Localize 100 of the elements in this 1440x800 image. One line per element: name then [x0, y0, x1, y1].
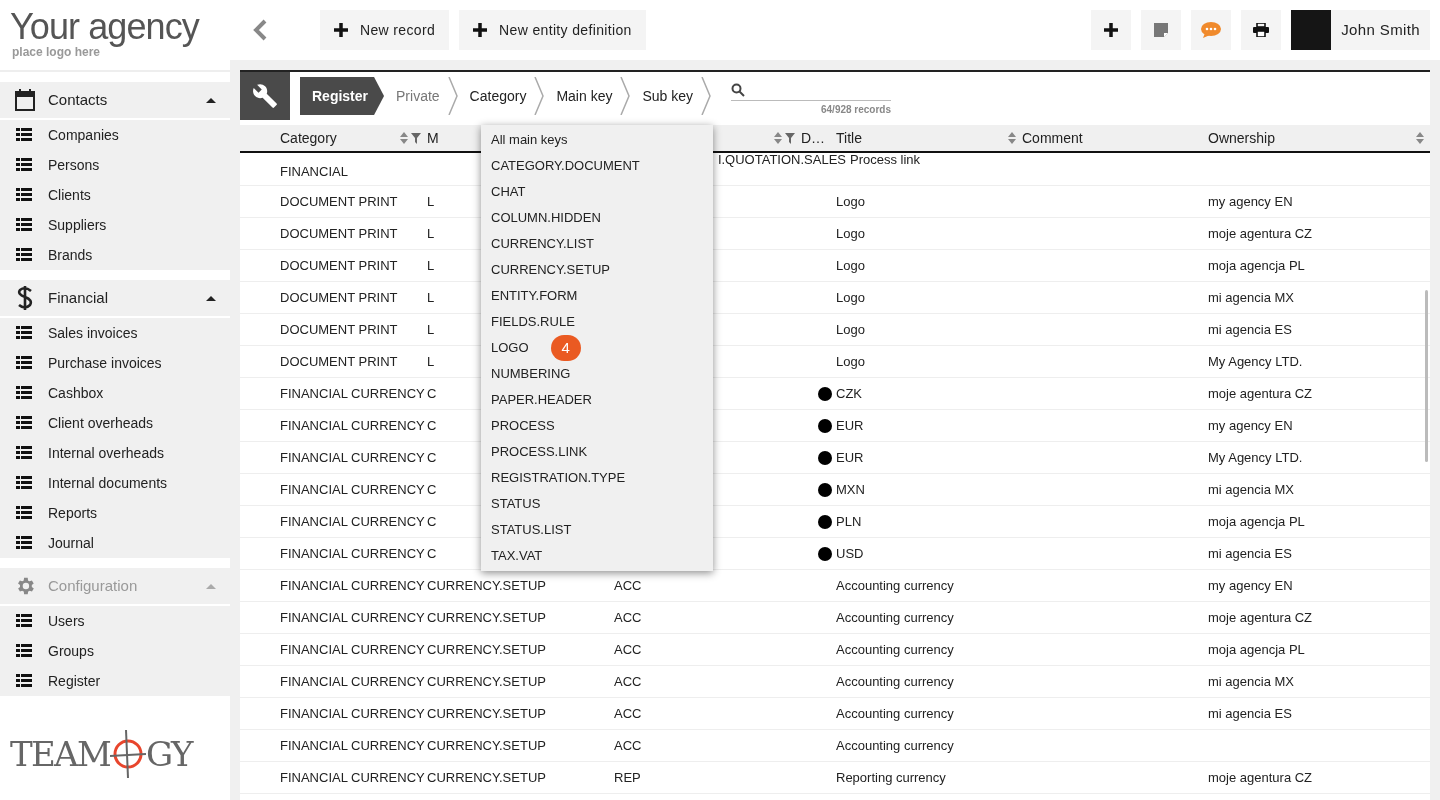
- sidebar-item[interactable]: Brands: [0, 240, 230, 270]
- list-icon: [16, 614, 32, 628]
- sidebar-item[interactable]: Cashbox: [0, 378, 230, 408]
- dropdown-option[interactable]: STATUS.LIST: [491, 520, 572, 540]
- list-icon: [16, 506, 32, 520]
- toolbar-button[interactable]: New record: [320, 10, 450, 50]
- dropdown-option[interactable]: TAX.VAT: [491, 546, 543, 566]
- table-cell: Logo: [836, 289, 865, 305]
- user-menu[interactable]: John Smith: [1291, 10, 1430, 50]
- table-cell: Logo: [836, 353, 865, 369]
- table-cell: mi agencia ES: [1208, 545, 1292, 561]
- table-cell: CURRENCY.SETUP: [427, 577, 546, 593]
- list-icon: [16, 644, 32, 658]
- search-icon: [731, 82, 746, 97]
- column-header[interactable]: Ownership: [1208, 127, 1413, 149]
- dropdown-option[interactable]: NUMBERING: [491, 364, 571, 384]
- table-cell: CURRENCY.SETUP: [427, 609, 546, 625]
- dropdown-option[interactable]: PROCESS: [491, 416, 555, 436]
- table-cell: DOCUMENT PRINT: [280, 289, 398, 305]
- table-cell: DOCUMENT PRINT: [280, 257, 398, 273]
- add-button[interactable]: [1091, 10, 1132, 50]
- dropdown-option[interactable]: ENTITY.FORM: [491, 286, 578, 306]
- table-cell: FINANCIAL CURRENCY: [280, 481, 425, 497]
- table-cell: Accounting currency: [836, 705, 954, 721]
- calendar-icon: [15, 89, 35, 111]
- table-cell: I.QUOTATION.SALES: [717, 153, 846, 167]
- dropdown-option[interactable]: CURRENCY.SETUP: [491, 260, 610, 280]
- sidebar-item[interactable]: Companies: [0, 120, 230, 150]
- print-button[interactable]: [1241, 10, 1282, 50]
- sidebar-item[interactable]: Sales invoices: [0, 318, 230, 348]
- table-cell: ACC: [614, 609, 642, 625]
- list-icon: [16, 326, 32, 340]
- sidebar-item[interactable]: Clients: [0, 180, 230, 210]
- dropdown-option[interactable]: COLUMN.HIDDEN: [491, 208, 601, 228]
- sidebar-item[interactable]: Journal: [0, 528, 230, 558]
- dropdown-option[interactable]: PROCESS.LINK: [491, 442, 588, 462]
- dropdown-option[interactable]: CHAT: [491, 182, 526, 202]
- sidebar-item[interactable]: Purchase invoices: [0, 348, 230, 378]
- table-cell: mi agencia ES: [1208, 705, 1292, 721]
- sidebar-item[interactable]: Internal documents: [0, 468, 230, 498]
- dropdown-option[interactable]: LOGO: [491, 338, 529, 358]
- column-header[interactable]: Category: [280, 127, 397, 149]
- list-icon: [16, 188, 32, 202]
- table-cell: moje agentura CZ: [1208, 225, 1313, 241]
- table-cell: Accounting currency: [836, 577, 954, 593]
- table-cell: FINANCIAL CURRENCY: [280, 737, 425, 753]
- table-cell: EUR: [836, 449, 864, 465]
- table-cell: DOCUMENT PRINT: [280, 193, 398, 209]
- table-cell: FINANCIAL: [280, 164, 348, 179]
- sidebar-item[interactable]: Persons: [0, 150, 230, 180]
- avatar-placeholder: [1291, 10, 1332, 50]
- table-cell: ACC: [614, 673, 642, 689]
- sidebar-item[interactable]: Internal overheads: [0, 438, 230, 468]
- column-header[interactable]: Comment: [1022, 127, 1202, 149]
- table-cell: C: [427, 513, 437, 529]
- list-icon: [16, 158, 32, 172]
- table-cell: MXN: [836, 481, 865, 497]
- plus-icon: [334, 23, 348, 37]
- sidebar-item[interactable]: Reports: [0, 498, 230, 528]
- printer-icon: [1253, 23, 1270, 37]
- table-cell: Process link: [850, 152, 921, 167]
- table-cell: DOCUMENT PRINT: [280, 321, 398, 337]
- dropdown-option[interactable]: All main keys: [491, 130, 568, 150]
- list-icon: [16, 356, 32, 370]
- table-cell: moje agentura CZ: [1208, 769, 1313, 785]
- table-cell: My Agency LTD.: [1208, 353, 1303, 369]
- dropdown-option[interactable]: STATUS: [491, 494, 541, 514]
- table-cell: my agency EN: [1208, 577, 1293, 593]
- table-cell: C: [427, 385, 437, 401]
- column-header[interactable]: D…: [801, 127, 830, 149]
- note-button[interactable]: [1141, 10, 1182, 50]
- scrollbar-thumb[interactable]: [1425, 290, 1428, 462]
- sidebar-item[interactable]: Client overheads: [0, 408, 230, 438]
- table-cell: moja agencja PL: [1208, 513, 1305, 529]
- table-cell: ACC: [614, 641, 642, 657]
- table-cell: FINANCIAL CURRENCY: [280, 545, 425, 561]
- chat-button[interactable]: [1191, 10, 1232, 50]
- count-badge: 4: [550, 335, 581, 361]
- table-cell: FINANCIAL CURRENCY: [280, 385, 425, 401]
- plus-icon: [473, 23, 488, 37]
- table-cell: mi agencia MX: [1208, 673, 1294, 689]
- wrench-icon: [252, 83, 278, 109]
- user-name: John Smith: [1341, 19, 1420, 40]
- table-cell: FINANCIAL CURRENCY: [280, 513, 425, 529]
- teamogy-logo: TEAM GY: [10, 730, 192, 778]
- toolbar-button[interactable]: New entity definition: [459, 10, 646, 50]
- table-cell: EUR: [836, 417, 864, 433]
- dropdown-option[interactable]: REGISTRATION.TYPE: [491, 468, 626, 488]
- table-cell: L: [427, 257, 435, 273]
- table-cell: Logo: [836, 193, 865, 209]
- sidebar-item[interactable]: Suppliers: [0, 210, 230, 240]
- column-header[interactable]: Title: [836, 127, 1005, 149]
- caret-icon: [206, 583, 216, 589]
- dropdown-option[interactable]: CATEGORY.DOCUMENT: [491, 156, 640, 176]
- breadcrumb-tab[interactable]: Register: [300, 77, 385, 115]
- table-cell: L: [427, 321, 435, 337]
- dropdown-option[interactable]: CURRENCY.LIST: [491, 234, 595, 254]
- dropdown-option[interactable]: PAPER.HEADER: [491, 390, 592, 410]
- dropdown-option[interactable]: FIELDS.RULE: [491, 312, 575, 332]
- dollar-icon: [17, 285, 33, 311]
